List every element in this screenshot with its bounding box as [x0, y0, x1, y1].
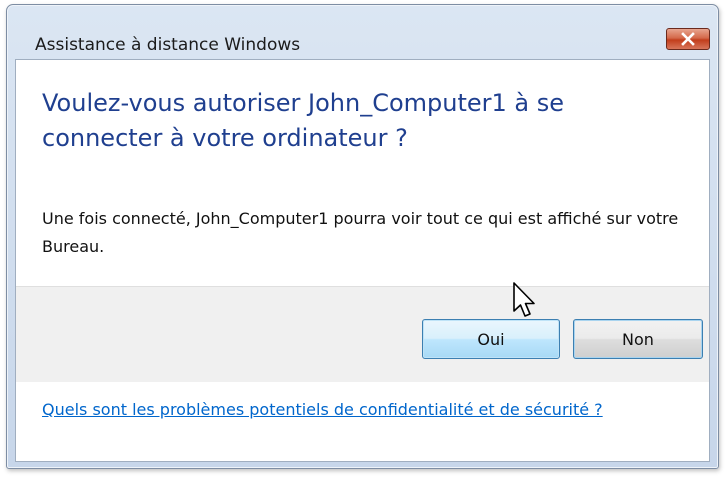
yes-button[interactable]: Oui: [422, 319, 560, 359]
no-button[interactable]: Non: [573, 319, 703, 359]
close-icon: [681, 32, 695, 46]
privacy-security-help-link[interactable]: Quels sont les problèmes potentiels de c…: [42, 396, 682, 424]
dialog-client-area: Voulez-vous autoriser John_Computer1 à s…: [15, 59, 710, 462]
dialog-heading: Voulez-vous autoriser John_Computer1 à s…: [42, 89, 565, 152]
title-bar[interactable]: Assistance à distance Windows: [7, 5, 718, 55]
dialog-footer: Quels sont les problèmes potentiels de c…: [16, 382, 709, 461]
window-title: Assistance à distance Windows: [35, 35, 301, 55]
dialog-content: Voulez-vous autoriser John_Computer1 à s…: [16, 60, 709, 286]
close-button[interactable]: [666, 28, 710, 50]
button-area: Oui Non: [16, 286, 709, 383]
dialog-description: Une fois connecté, John_Computer1 pourra…: [42, 209, 679, 256]
remote-assistance-dialog: Assistance à distance Windows Voulez-vou…: [6, 4, 719, 469]
